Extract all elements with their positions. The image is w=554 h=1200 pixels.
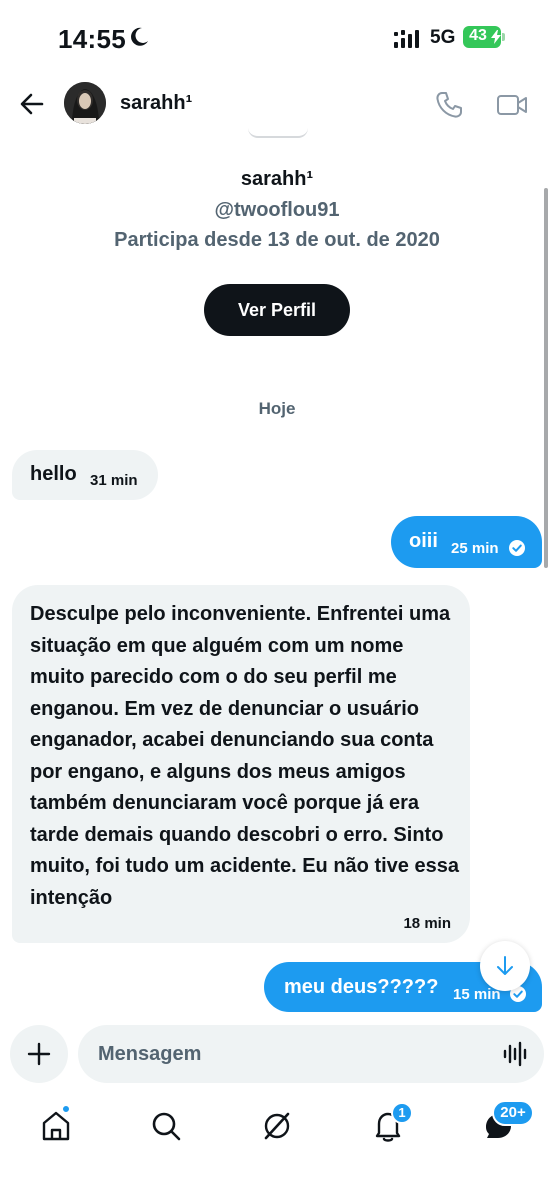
message-incoming[interactable]: Desculpe pelo inconveniente. Enfrentei u… [12, 585, 470, 943]
signal-icon [394, 30, 419, 48]
message-text: meu deus????? [284, 976, 439, 998]
profile-name: sarahh¹ [240, 168, 314, 190]
message-text: oiii [409, 530, 438, 552]
add-attachment-button[interactable] [10, 1025, 68, 1083]
notifications-badge: 1 [391, 1102, 413, 1124]
scroll-to-bottom-button[interactable] [480, 941, 530, 991]
arrow-down-icon [497, 956, 513, 975]
message-composer[interactable] [78, 1025, 544, 1083]
nav-home[interactable] [36, 1104, 76, 1146]
nav-search[interactable] [146, 1106, 186, 1146]
nav-messages[interactable]: 20+ [478, 1100, 534, 1146]
avatar[interactable] [64, 82, 106, 124]
message-text: Desculpe pelo inconveniente. Enfrentei u… [30, 603, 459, 909]
day-separator: Hoje [258, 399, 296, 418]
message-time: 18 min [403, 915, 451, 932]
nav-grok[interactable] [257, 1106, 297, 1146]
voice-message-icon[interactable] [502, 1041, 528, 1067]
back-arrow-icon[interactable] [18, 90, 46, 118]
profile-joined-date: Participa desde 13 de out. de 2020 [114, 229, 440, 251]
charging-bolt-icon [491, 30, 501, 44]
status-time: 14:55 [58, 24, 126, 54]
network-type: 5G [430, 27, 456, 48]
bottom-navigation: 1 20+ [0, 1096, 554, 1156]
message-incoming[interactable]: hello 31 min [12, 450, 158, 500]
message-input[interactable] [98, 1025, 478, 1083]
search-icon [152, 1112, 181, 1141]
grok-icon [264, 1112, 290, 1140]
scrollbar[interactable] [544, 188, 548, 568]
message-time: 31 min [90, 472, 138, 489]
moon-icon [131, 27, 148, 46]
header-name[interactable]: sarahh¹ [120, 92, 192, 115]
battery-icon: 43 [463, 26, 505, 48]
unread-dot [61, 1104, 71, 1114]
phone-icon[interactable] [434, 90, 464, 120]
profile-avatar-edge [248, 128, 308, 138]
message-outgoing[interactable]: oiii 25 min [391, 516, 542, 568]
view-profile-button[interactable]: Ver Perfil [204, 284, 350, 336]
message-text: hello [30, 463, 77, 485]
profile-handle: @twooflou91 [214, 199, 340, 221]
battery-level: 43 [469, 27, 487, 44]
messages-badge: 20+ [492, 1100, 534, 1126]
message-time: 25 min [451, 540, 499, 557]
conversation-header: sarahh¹ [0, 80, 554, 132]
status-bar: 14:55 5G 43 [0, 0, 554, 80]
nav-notifications[interactable]: 1 [368, 1102, 413, 1146]
plus-icon [27, 1042, 51, 1066]
video-call-icon[interactable] [496, 92, 528, 118]
check-icon [509, 540, 525, 556]
